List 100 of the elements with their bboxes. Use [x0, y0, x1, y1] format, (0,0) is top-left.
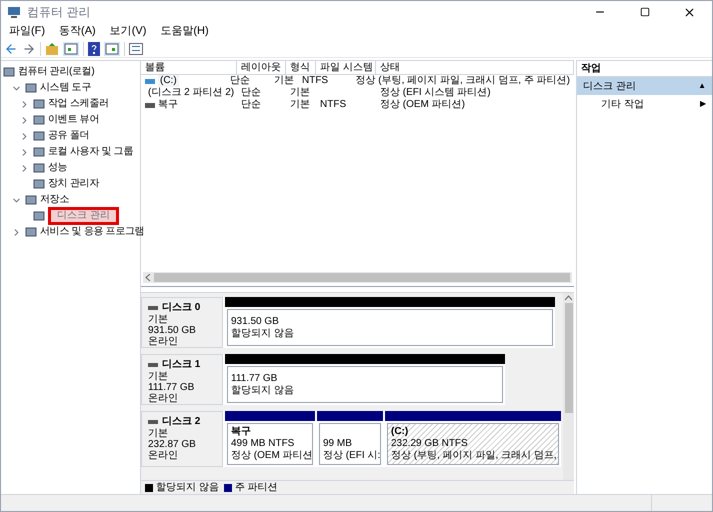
table-cell: 정상 (EFI 시스템 파티션) [380, 87, 491, 99]
disk-size: 931.50 GB [148, 325, 197, 336]
column-header[interactable]: 파일 시스템 [316, 61, 376, 74]
tree-item[interactable]: 이벤트 뷰어 [48, 113, 99, 127]
scroll-left-icon[interactable] [145, 274, 152, 281]
disk-name: 디스크 0 [162, 301, 200, 314]
disk-status: 온라인 [148, 393, 179, 404]
menu-item[interactable]: 도움말(H) [160, 23, 209, 40]
table-cell[interactable]: (C:) [158, 75, 179, 87]
partition-title: 복구 [231, 426, 252, 438]
computer-icon [7, 5, 21, 19]
folder-icon [33, 178, 45, 190]
action-label: 기타 작업 [601, 98, 644, 112]
menu-item[interactable]: 동작(A) [59, 23, 96, 40]
table-cell: 단순 [230, 75, 250, 87]
action-label: 디스크 관리 [583, 80, 636, 94]
scroll-up-icon[interactable] [565, 295, 572, 302]
forward-icon[interactable] [22, 42, 36, 56]
window-title: 컴퓨터 관리 [27, 4, 90, 21]
column-header[interactable]: 볼륨 [141, 61, 237, 74]
disk-status: 온라인 [148, 450, 179, 461]
menu-item[interactable]: 보기(V) [110, 23, 146, 40]
folder-icon [33, 98, 45, 110]
tree-item[interactable]: 컴퓨터 관리(로컬) [18, 65, 94, 79]
panel-icon[interactable] [63, 42, 79, 56]
partition-text: 할당되지 않음 [231, 328, 295, 340]
table-cell: 기본 [290, 87, 310, 99]
drive-icon [145, 102, 155, 108]
folder-icon [25, 226, 37, 238]
legend-label: 주 파티션 [234, 482, 278, 494]
table-cell: 정상 (부팅, 페이지 파일, 크래시 덤프, 주 파티션) [356, 75, 570, 87]
back-icon[interactable] [4, 42, 18, 56]
partition-text: 정상 (OEM 파티션 [231, 450, 309, 462]
folder-icon [33, 130, 45, 142]
column-header[interactable]: 레이아웃 [237, 61, 286, 74]
partition-block[interactable]: 복구 499 MB NTFS 정상 (OEM 파티션 [225, 411, 315, 467]
folder-up-icon[interactable] [45, 42, 59, 56]
table-cell: 단순 [241, 87, 261, 99]
tree-item[interactable]: 작업 스케줄러 [48, 97, 109, 111]
table-cell: NTFS [302, 75, 328, 87]
arrow-icon: ▶ [700, 98, 706, 110]
table-cell: 단순 [241, 99, 261, 111]
folder-icon [25, 194, 37, 206]
panel-icon[interactable] [104, 42, 120, 56]
disk-info-panel[interactable]: 디스크 1 기본 111.77 GB 온라인 [141, 354, 223, 405]
scrollbar-thumb[interactable] [564, 303, 572, 413]
column-header[interactable]: 형식 [286, 61, 316, 74]
action-item[interactable]: 기타 작업 ▶ [577, 95, 712, 113]
disk-status: 온라인 [148, 336, 179, 347]
folder-icon [3, 66, 15, 78]
tree-item[interactable]: 장치 관리자 [48, 177, 99, 191]
table-cell: 기본 [290, 99, 310, 111]
tree-item[interactable]: 로컬 사용자 및 그룹 [48, 145, 134, 159]
maximize-icon [640, 7, 650, 17]
disk-type: 기본 [148, 371, 169, 382]
disk-size: 111.77 GB [148, 382, 196, 393]
close-icon [683, 6, 696, 18]
disk-type: 기본 [148, 314, 169, 325]
partition-block[interactable]: 99 MB 정상 (EFI 시: [317, 411, 383, 467]
disk-size: 232.87 GB [148, 439, 197, 450]
folder-icon [25, 82, 37, 94]
partition-block[interactable]: (C:) 232.29 GB NTFS 정상 (부팅, 페이지 파일, 크래시 덤프, [385, 411, 561, 467]
partition-text: 232.29 GB NTFS [391, 438, 469, 450]
help-icon[interactable] [88, 42, 100, 56]
partition-text: 931.50 GB [231, 316, 280, 328]
arrow-icon: ▲ [698, 80, 706, 92]
scrollbar-thumb[interactable] [154, 273, 570, 282]
tree-item[interactable]: 공유 폴더 [48, 129, 90, 143]
partition-text: 111.77 GB [231, 372, 278, 384]
tree-item[interactable]: 시스템 도구 [40, 81, 91, 95]
disk-type: 기본 [148, 428, 169, 439]
partition-block[interactable]: 931.50 GB 할당되지 않음 [225, 297, 555, 348]
tree-item[interactable]: 저장소 [40, 193, 70, 207]
legend-label: 할당되지 않음 [156, 482, 219, 494]
partition-text: 할당되지 않음 [231, 384, 295, 396]
partition-text: 정상 (EFI 시: [323, 450, 377, 462]
partition-text: 정상 (부팅, 페이지 파일, 크래시 덤프, [391, 450, 555, 462]
partition-block[interactable]: 111.77 GB 할당되지 않음 [225, 354, 505, 405]
folder-icon [33, 114, 45, 126]
table-cell: 정상 (OEM 파티션) [380, 99, 465, 111]
table-cell[interactable]: (디스크 2 파티션 2) [148, 87, 234, 99]
table-cell[interactable]: 복구 [158, 99, 178, 111]
list-icon[interactable] [129, 42, 143, 54]
disk-name: 디스크 1 [162, 358, 200, 371]
disk-info-panel[interactable]: 디스크 0 기본 931.50 GB 온라인 [141, 297, 223, 348]
disk-info-panel[interactable]: 디스크 2 기본 232.87 GB 온라인 [141, 411, 223, 467]
tree-item[interactable]: 성능 [48, 161, 68, 175]
drive-icon [145, 78, 155, 84]
column-header[interactable]: 상태 [376, 61, 574, 74]
folder-icon [33, 210, 45, 222]
folder-icon [33, 146, 45, 158]
partition-title: (C:) [391, 426, 410, 438]
table-cell: NTFS [320, 99, 346, 111]
disk-name: 디스크 2 [162, 415, 200, 428]
action-section-header[interactable]: 디스크 관리 ▲ [577, 77, 712, 95]
folder-icon [33, 162, 45, 174]
partition-text: 99 MB [323, 438, 353, 450]
tree-item[interactable]: 서비스 및 응용 프로그램 [40, 225, 144, 239]
partition-text: 499 MB NTFS [231, 438, 296, 450]
menu-item[interactable]: 파일(F) [9, 23, 46, 40]
